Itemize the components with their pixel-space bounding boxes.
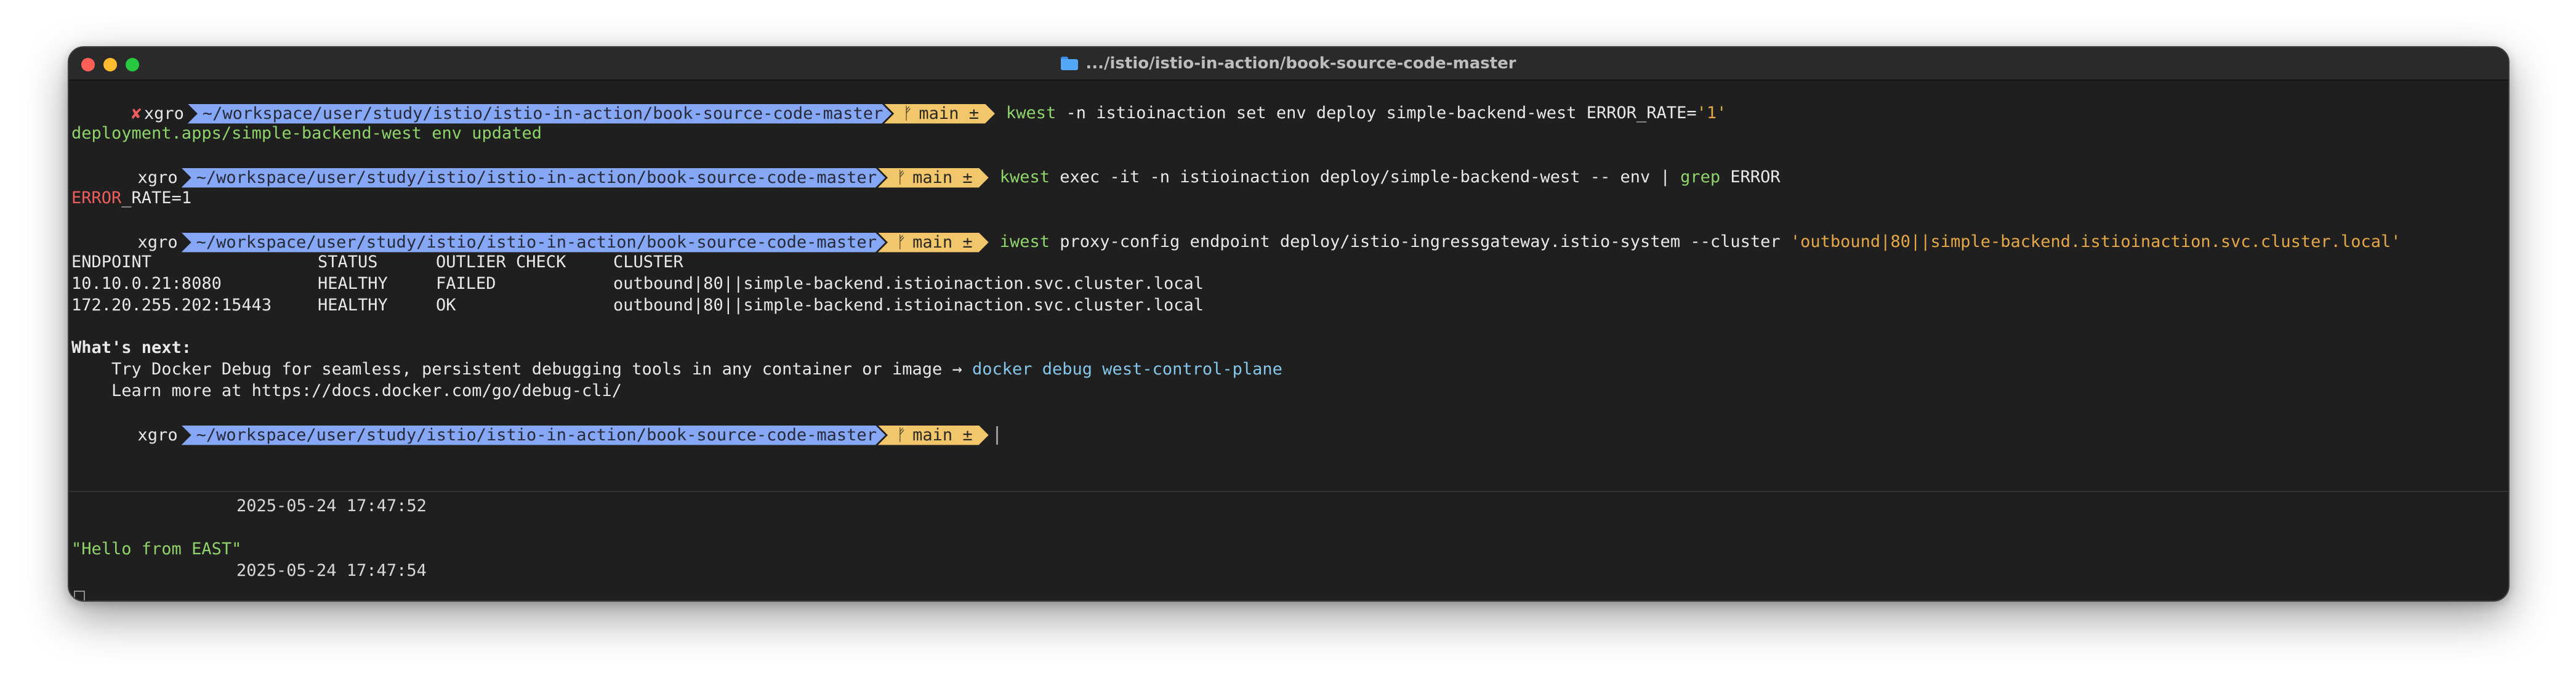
git-branch-icon: ᚠ <box>896 168 907 187</box>
docker-tip: Try Docker Debug for seamless, persisten… <box>71 360 1282 379</box>
prompt-line: xgro ~/workspace/user/study/istio/istio-… <box>71 144 1781 166</box>
active-prompt-line[interactable]: xgro ~/workspace/user/study/istio/istio-… <box>71 402 998 424</box>
prompt-user: xgro <box>137 425 178 445</box>
prompt-git: ᚠ main ± <box>878 426 989 445</box>
response-text: "Hello from EAST" <box>71 539 242 559</box>
timestamp: 2025-05-24 17:47:54 <box>236 561 427 580</box>
whats-next-heading: What's next: <box>71 338 192 357</box>
prompt-git: ᚠ main ± <box>878 168 989 188</box>
folder-icon <box>1061 57 1079 70</box>
text-cursor <box>996 426 998 445</box>
docker-learn-more[interactable]: Learn more at https://docs.docker.com/go… <box>71 380 622 402</box>
timestamp: 2025-05-24 17:47:52 <box>236 496 427 515</box>
command-text: kwest exec -it -n istioinaction deploy/s… <box>999 168 1781 187</box>
window-title: .../istio/istio-in-action/book-source-co… <box>69 47 2508 79</box>
prompt-line: xgro ~/workspace/user/study/istio/istio-… <box>71 209 2401 231</box>
window-title-text: .../istio/istio-in-action/book-source-co… <box>1085 54 1516 73</box>
table-header: ENDPOINT STATUS OUTLIER CHECK CLUSTER <box>71 253 683 272</box>
output-line: ERROR_RATE=1 <box>71 188 192 208</box>
table-row: 10.10.0.21:8080 HEALTHY FAILED outbound|… <box>71 274 1204 293</box>
block-cursor <box>74 591 85 600</box>
prompt-git: ᚠ main ± <box>884 104 995 124</box>
error-status-icon: ✘ <box>131 103 142 123</box>
prompt-path: ~/workspace/user/study/istio/istio-in-ac… <box>188 104 892 124</box>
terminal-content[interactable]: ✘ xgro ~/workspace/user/study/istio/isti… <box>69 79 2508 600</box>
command-text: iwest proxy-config endpoint deploy/istio… <box>999 232 2401 251</box>
prompt-git: ᚠ main ± <box>878 233 989 253</box>
table-row: 172.20.255.202:15443 HEALTHY OK outbound… <box>71 296 1204 315</box>
git-branch-icon: ᚠ <box>896 425 907 445</box>
prompt-user: xgro <box>137 168 178 187</box>
prompt-user: xgro <box>143 103 184 123</box>
prompt-path: ~/workspace/user/study/istio/istio-in-ac… <box>182 233 885 253</box>
git-branch: main ± <box>912 425 973 445</box>
git-branch: main ± <box>919 103 979 123</box>
git-branch: main ± <box>912 232 973 252</box>
git-branch-icon: ᚠ <box>896 232 907 252</box>
output-line: deployment.apps/simple-backend-west env … <box>71 124 542 143</box>
command-text: kwest -n istioinaction set env deploy si… <box>1005 103 1727 123</box>
prompt-path: ~/workspace/user/study/istio/istio-in-ac… <box>182 426 885 445</box>
docker-debug-command[interactable]: docker debug west-control-plane <box>972 360 1282 379</box>
title-bar: .../istio/istio-in-action/book-source-co… <box>69 47 2508 81</box>
prompt-path: ~/workspace/user/study/istio/istio-in-ac… <box>182 168 885 188</box>
git-branch-icon: ᚠ <box>903 103 913 123</box>
prompt-user: xgro <box>137 232 178 252</box>
terminal-window: .../istio/istio-in-action/book-source-co… <box>68 46 2510 602</box>
pane-divider[interactable] <box>69 491 2508 492</box>
prompt-line: ✘ xgro ~/workspace/user/study/istio/isti… <box>71 80 1726 102</box>
git-branch: main ± <box>912 168 973 187</box>
